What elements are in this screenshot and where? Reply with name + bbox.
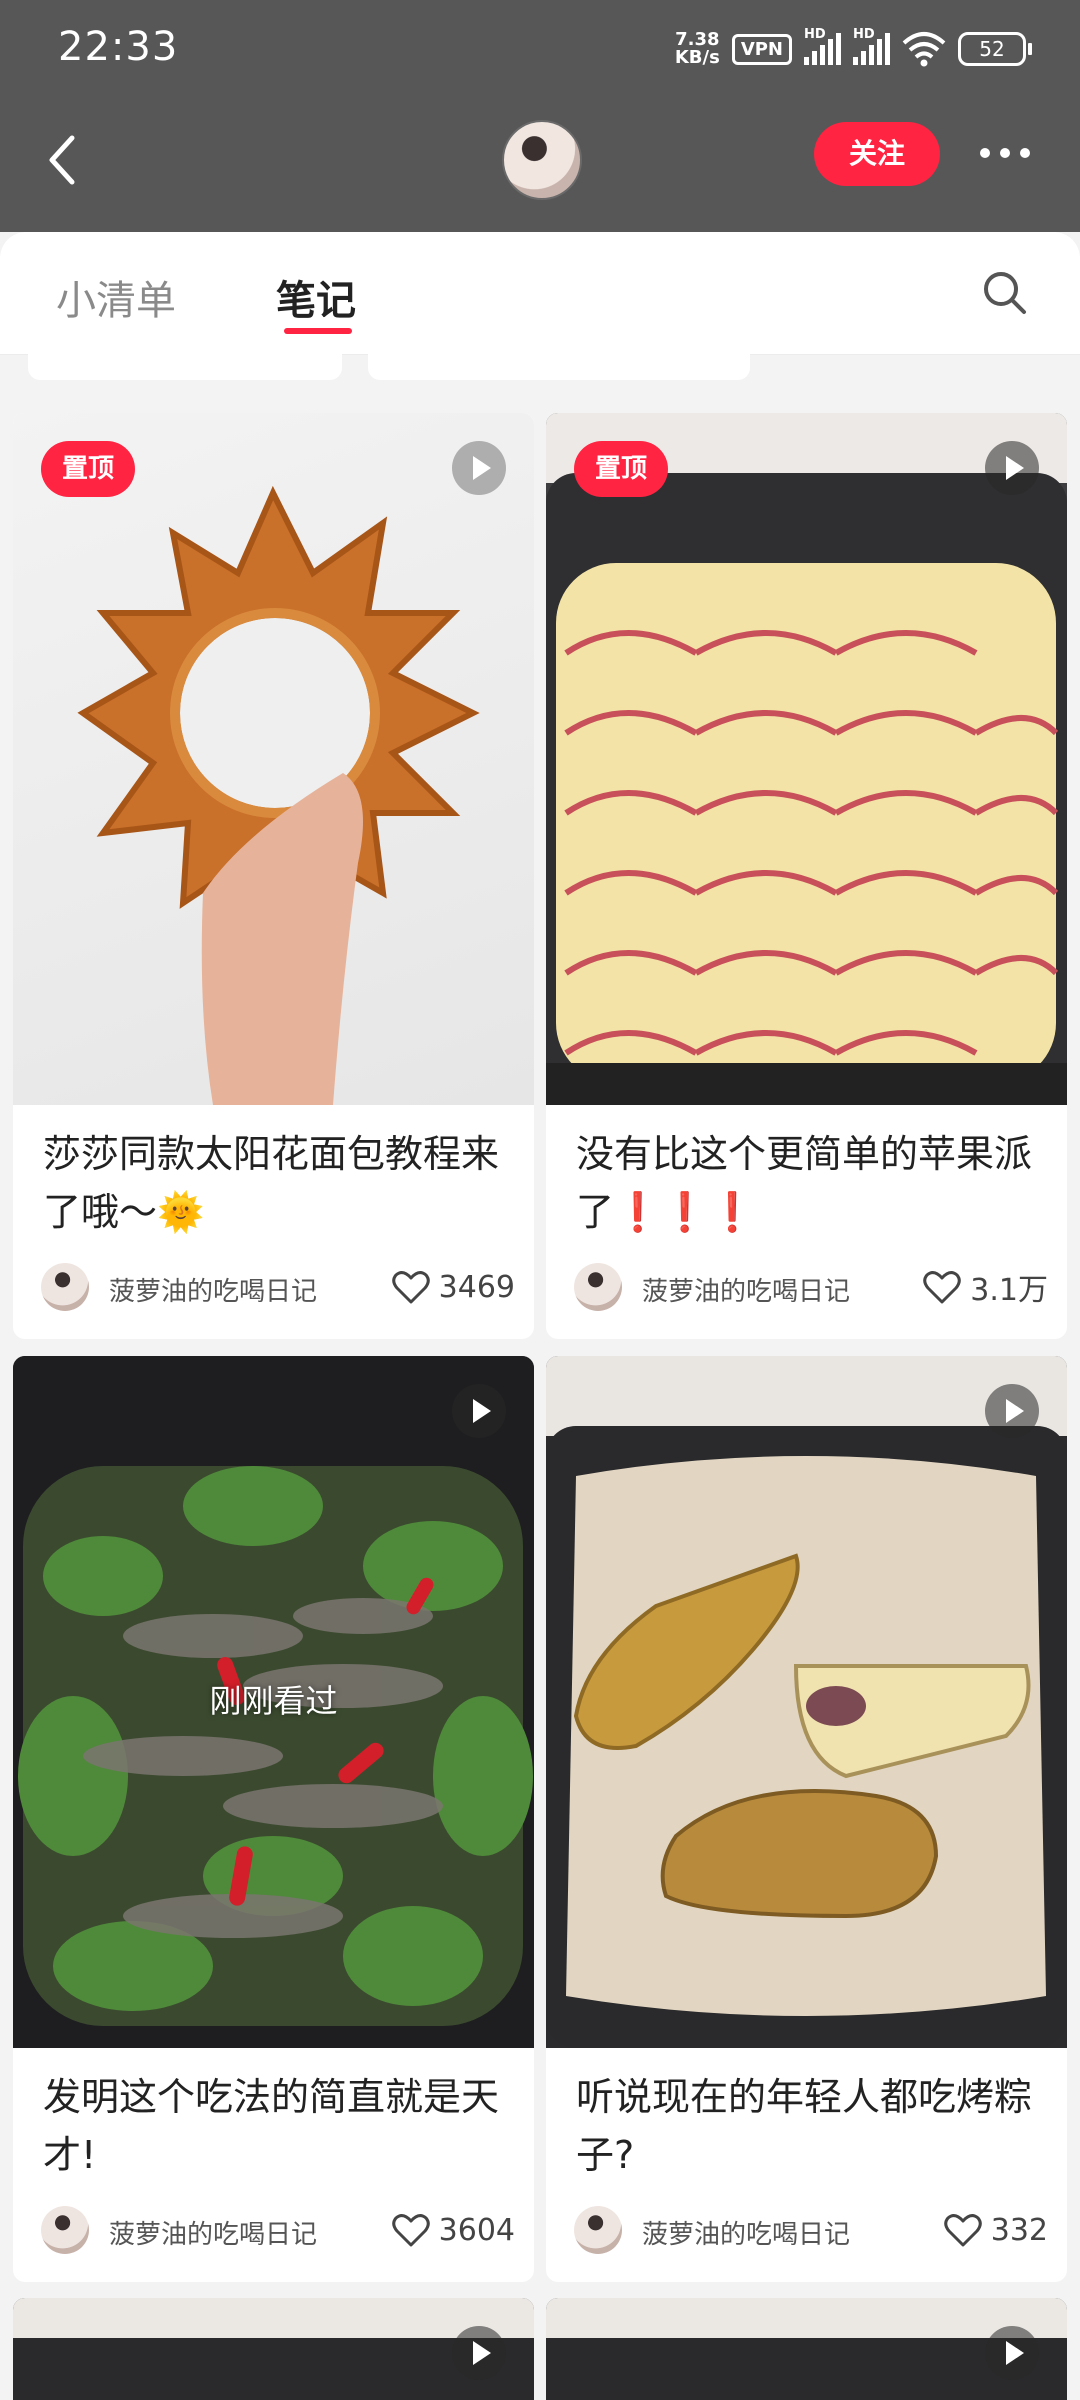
note-card[interactable]: 刚刚看过 发明这个吃法的简直就是天才! 菠萝油的吃喝日记 3604 <box>13 1356 534 2282</box>
nav-row: 关注 <box>0 100 1080 232</box>
like-button[interactable]: 3469 <box>391 1265 515 1309</box>
note-title: 听说现在的年轻人都吃烤粽子? <box>576 2075 1033 2177</box>
author-avatar[interactable] <box>41 1263 89 1311</box>
recently-viewed-label: 刚刚看过 <box>209 1682 338 1720</box>
status-time: 22:33 <box>58 24 179 70</box>
note-card[interactable]: 听说现在的年轻人都吃烤粽子? 菠萝油的吃喝日记 332 <box>546 1356 1067 2282</box>
hd-label: HD <box>804 27 826 42</box>
play-icon <box>985 2326 1039 2380</box>
tab-notes[interactable]: 笔记 <box>276 268 356 326</box>
battery-level: 52 <box>958 32 1026 66</box>
like-count: 3.1万 <box>970 1273 1048 1308</box>
play-icon <box>985 441 1039 495</box>
top-header: 22:33 7.38 KB/s VPN HD HD 52 关注 <box>0 0 1080 232</box>
heart-icon <box>923 1271 962 1304</box>
like-count: 3604 <box>438 2212 515 2248</box>
tab-bar: 小清单 笔记 <box>0 232 1080 355</box>
note-title: 没有比这个更简单的苹果派了❗❗❗ <box>576 1132 1033 1234</box>
vpn-icon: VPN <box>731 33 792 65</box>
hd-label-2: HD <box>853 27 875 42</box>
battery-icon: 52 <box>958 32 1032 66</box>
content-sheet: 小清单 笔记 置顶 莎莎同款太阳花面包教程来了哦～🌞 菠萝油的吃喝日记 3469… <box>0 232 1080 2400</box>
heart-icon <box>943 2214 982 2247</box>
note-card[interactable]: 置顶 莎莎同款太阳花面包教程来了哦～🌞 菠萝油的吃喝日记 3469 <box>13 413 534 1339</box>
status-bar: 22:33 7.38 KB/s VPN HD HD 52 <box>0 0 1080 100</box>
follow-button[interactable]: 关注 <box>814 122 940 186</box>
note-title: 发明这个吃法的简直就是天才! <box>43 2075 500 2177</box>
like-button[interactable]: 3.1万 <box>922 1265 1048 1309</box>
chevron-left-icon[interactable] <box>40 130 90 190</box>
heart-icon <box>391 1271 430 1304</box>
like-button[interactable]: 332 <box>943 2208 1048 2252</box>
note-cover-image: 置顶 <box>546 413 1067 1105</box>
play-icon <box>452 441 506 495</box>
note-card[interactable]: 置顶 没有比这个更简单的苹果派了❗❗❗ 菠萝油的吃喝日记 3.1万 <box>546 413 1067 1339</box>
signal-icon: HD <box>804 27 841 65</box>
author-name[interactable]: 菠萝油的吃喝日记 <box>109 2214 317 2251</box>
previous-card-edge <box>28 354 342 380</box>
search-icon[interactable] <box>980 268 1030 318</box>
note-card-partial[interactable] <box>546 2298 1067 2400</box>
author-avatar[interactable] <box>574 1263 622 1311</box>
play-icon <box>985 1384 1039 1438</box>
like-count: 3469 <box>438 1269 515 1305</box>
more-dots-icon[interactable] <box>980 148 1030 158</box>
wifi-icon <box>902 32 946 67</box>
pinned-badge: 置顶 <box>574 441 668 497</box>
tab-active-indicator <box>284 328 352 334</box>
note-cover-image: 置顶 <box>13 413 534 1105</box>
heart-icon <box>391 2214 430 2247</box>
author-name[interactable]: 菠萝油的吃喝日记 <box>642 1271 850 1308</box>
profile-avatar[interactable] <box>502 120 582 200</box>
author-name[interactable]: 菠萝油的吃喝日记 <box>109 1271 317 1308</box>
note-meta: 菠萝油的吃喝日记 3604 <box>41 2204 515 2256</box>
note-meta: 菠萝油的吃喝日记 3469 <box>41 1261 515 1313</box>
note-title: 莎莎同款太阳花面包教程来了哦～🌞 <box>43 1132 500 1234</box>
status-icons: 7.38 KB/s VPN HD HD 52 <box>675 26 1032 72</box>
note-cover-image <box>546 1356 1067 2048</box>
author-name[interactable]: 菠萝油的吃喝日记 <box>642 2214 850 2251</box>
previous-card-edge-2 <box>368 354 750 380</box>
author-avatar[interactable] <box>574 2206 622 2254</box>
note-meta: 菠萝油的吃喝日记 332 <box>574 2204 1048 2256</box>
network-speed: 7.38 KB/s <box>675 31 720 67</box>
like-count: 332 <box>990 2212 1048 2248</box>
like-button[interactable]: 3604 <box>391 2208 515 2252</box>
play-icon <box>452 1384 506 1438</box>
author-avatar[interactable] <box>41 2206 89 2254</box>
network-speed-unit: KB/s <box>674 47 720 68</box>
note-card-partial[interactable] <box>13 2298 534 2400</box>
tab-checklist[interactable]: 小清单 <box>56 268 176 326</box>
signal-icon-2: HD <box>853 27 890 65</box>
note-cover-image: 刚刚看过 <box>13 1356 534 2048</box>
play-icon <box>452 2326 506 2380</box>
note-meta: 菠萝油的吃喝日记 3.1万 <box>574 1261 1048 1313</box>
pinned-badge: 置顶 <box>41 441 135 497</box>
